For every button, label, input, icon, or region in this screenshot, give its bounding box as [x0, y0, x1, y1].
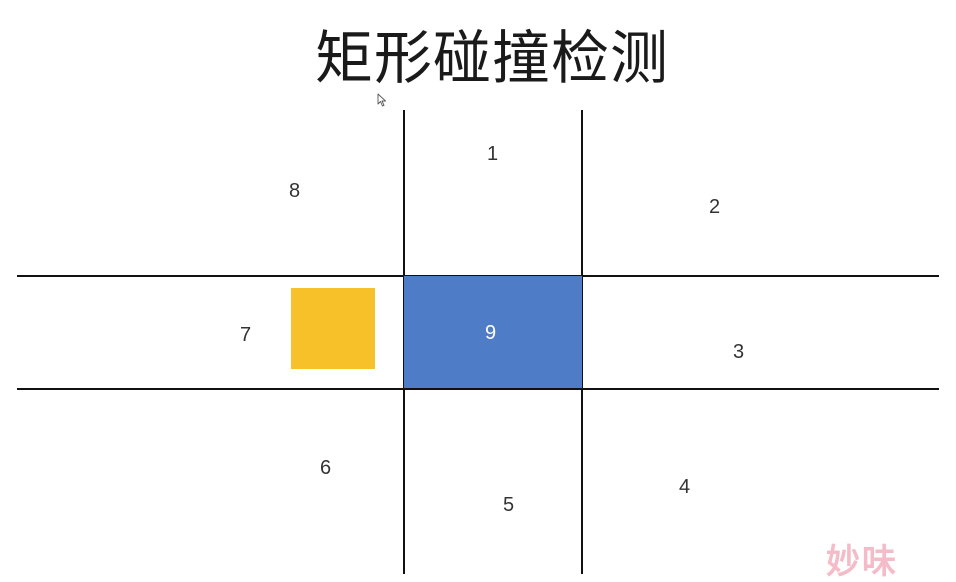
region-label-2: 2	[709, 196, 721, 218]
region-label-5: 5	[503, 494, 515, 516]
region-label-7: 7	[240, 324, 252, 346]
region-label-3: 3	[733, 341, 745, 363]
region-label-4: 4	[679, 476, 691, 498]
grid-line-horizontal-bottom	[17, 388, 939, 390]
watermark-logo: 妙味	[826, 542, 898, 582]
region-label-9: 9	[485, 322, 497, 344]
page-title: 矩形碰撞检测	[314, 24, 669, 92]
region-label-1: 1	[487, 143, 499, 165]
region-label-8: 8	[289, 180, 301, 202]
moving-rectangle	[291, 288, 375, 369]
mouse-pointer-icon	[377, 93, 386, 107]
region-label-6: 6	[320, 457, 332, 479]
